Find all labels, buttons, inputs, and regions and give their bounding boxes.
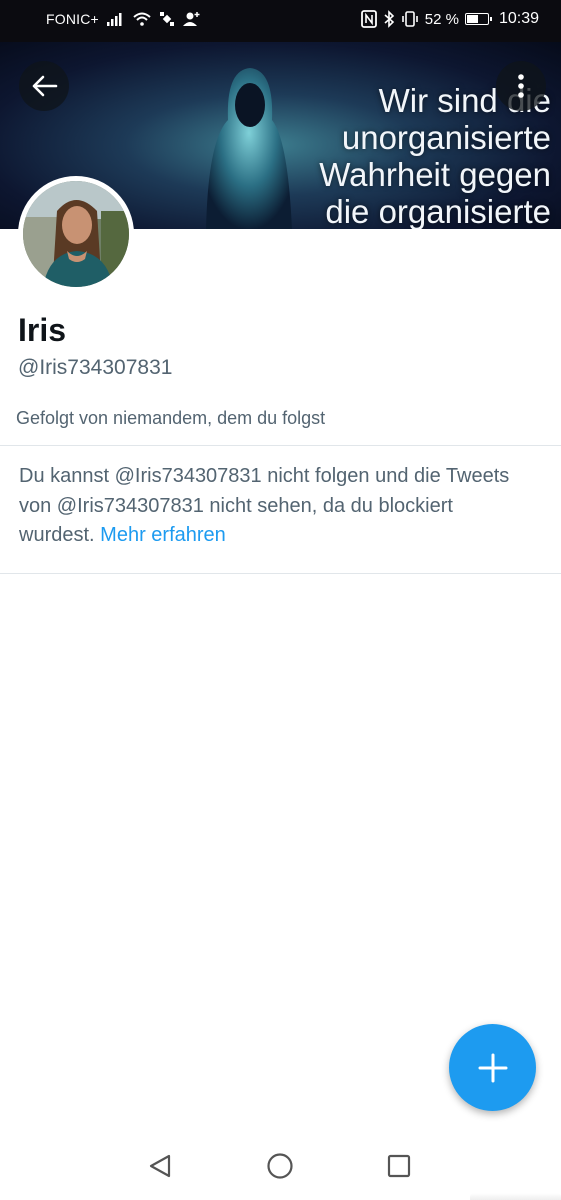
carrier-label: FONIC+: [46, 11, 99, 27]
divider: [0, 573, 561, 574]
avatar[interactable]: [18, 176, 134, 292]
bluetooth-icon: [384, 10, 394, 28]
avatar-photo: [23, 181, 129, 287]
portrait-image: [23, 181, 129, 287]
divider: [0, 445, 561, 446]
signal-icon: [106, 13, 122, 26]
learn-more-link[interactable]: Mehr erfahren: [100, 524, 226, 546]
arrow-left-icon: [32, 75, 58, 97]
more-options-button[interactable]: [496, 61, 546, 111]
status-bar: FONIC+ 52 % 10:39: [0, 0, 561, 42]
nav-home-button[interactable]: [265, 1151, 295, 1181]
profile-name: Iris: [18, 312, 67, 348]
plus-icon: [478, 1053, 507, 1082]
followed-by-text[interactable]: Gefolgt von niemandem, dem du folgst: [16, 408, 325, 429]
status-right: 52 % 10:39: [360, 10, 539, 28]
contact-add-icon: [182, 12, 200, 26]
battery-percent: 52 %: [424, 10, 459, 28]
profile-handle: @Iris734307831: [18, 356, 173, 379]
blocked-notice-text: Du kannst @Iris734307831 nicht folgen un…: [19, 465, 510, 546]
gesture-edge: [470, 1193, 561, 1200]
nav-back-button[interactable]: [145, 1151, 175, 1181]
banner-line: Wahrheit gegen: [319, 156, 551, 193]
nav-recents-button[interactable]: [384, 1151, 414, 1181]
clock: 10:39: [498, 10, 539, 27]
nfc-icon: [360, 10, 377, 28]
banner-line: die organisierte: [325, 193, 551, 229]
banner-line: unorganisierte: [341, 119, 551, 156]
more-vertical-icon: [518, 74, 524, 98]
battery-icon: [464, 13, 492, 25]
system-nav-bar: [0, 1130, 561, 1200]
wifi-icon: [133, 12, 151, 26]
nav-back-icon: [149, 1154, 171, 1178]
blocked-notice: Du kannst @Iris734307831 nicht folgen un…: [19, 462, 519, 551]
status-left: FONIC+: [46, 11, 201, 27]
nav-home-icon: [267, 1153, 293, 1179]
vibrate-icon: [401, 11, 418, 27]
nav-recents-icon: [387, 1154, 411, 1178]
satellite-icon: [159, 12, 174, 26]
back-button[interactable]: [19, 61, 69, 111]
compose-tweet-button[interactable]: [449, 1024, 536, 1111]
